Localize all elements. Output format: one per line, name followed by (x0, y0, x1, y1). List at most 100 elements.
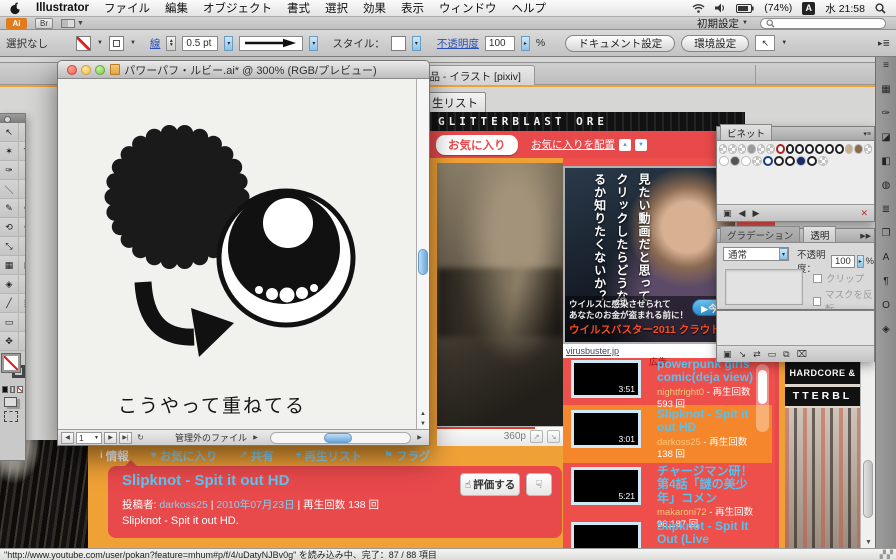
tool-23[interactable]: ◕ (19, 332, 25, 351)
style-swatch[interactable] (390, 35, 406, 51)
tool-14[interactable]: ▦ (0, 256, 19, 275)
trash-icon[interactable]: ⌧ (797, 349, 807, 360)
menu-選択[interactable]: 選択 (325, 0, 348, 16)
input-method-icon[interactable]: A (802, 1, 816, 15)
browser-scroll-thumb[interactable] (863, 460, 873, 518)
app-menu-illustrator[interactable]: Illustrator (36, 2, 89, 14)
action-tab-共有[interactable]: ↗ 共有 (239, 448, 273, 464)
stroke-panel-icon[interactable]: ≣ (882, 205, 890, 215)
selection-tool-button[interactable]: ↖ (755, 35, 776, 51)
apple-icon[interactable] (10, 2, 21, 15)
swatch-ring[interactable] (795, 144, 805, 154)
rate-button[interactable]: ☝ 評価する (460, 473, 520, 496)
stroke-weight-value[interactable]: 0.5 pt (182, 35, 219, 51)
menu-効果[interactable]: 効果 (363, 0, 386, 16)
tool-19[interactable]: ⬚ (19, 294, 25, 313)
video-thumbnail[interactable]: 3:51 (571, 360, 641, 398)
uploader-link[interactable]: darkoss25 (159, 499, 207, 511)
artboard-canvas[interactable]: こうやって重ねてる (58, 79, 416, 429)
gradient-button[interactable] (9, 386, 16, 393)
first-artboard-button[interactable]: ◀ (61, 431, 74, 444)
swatch-gray[interactable] (747, 144, 756, 154)
swatch-ring[interactable] (785, 144, 795, 154)
clip-checkbox[interactable] (813, 273, 822, 283)
dropdown-icon[interactable]: ▾ (224, 35, 234, 51)
appearance-panel-icon[interactable]: ❐ (882, 229, 891, 239)
dock-grip-icon[interactable]: ≡ (883, 61, 889, 71)
swatch-checker[interactable] (752, 156, 762, 166)
tool-6[interactable]: ＼ (0, 180, 19, 199)
opacity-value[interactable]: 100 (484, 35, 515, 51)
arrange-documents-button[interactable]: ▼ (61, 18, 84, 28)
scroll-right-arrow[interactable]: ▶ (413, 432, 426, 444)
expand-button[interactable]: ↗ (530, 430, 543, 443)
swatch-ring[interactable] (824, 144, 834, 154)
swatch-ring[interactable] (815, 144, 824, 154)
video-title[interactable]: Slipknot - Spit it out HD (122, 472, 289, 489)
tool-13[interactable]: ⤢ (19, 237, 25, 256)
eye-highlight-circle[interactable] (263, 198, 313, 248)
color-button[interactable] (2, 386, 8, 393)
last-artboard-button[interactable]: ▶| (119, 431, 132, 444)
tool-0[interactable]: ↖ (0, 123, 19, 142)
video-thumbnail[interactable] (571, 522, 641, 548)
next-swatch-button[interactable]: ▶ (752, 208, 759, 219)
new-item-icon[interactable]: ⧉ (783, 349, 789, 360)
menu-ウィンドウ[interactable]: ウィンドウ (439, 0, 497, 16)
video-list-item[interactable]: 3:01 Slipknot - Spit it out HD darkoss25 -… (567, 407, 757, 466)
collapse-up-button[interactable]: ▲ (619, 138, 631, 151)
swatch-checker[interactable] (737, 144, 747, 154)
scroll-down-arrow[interactable]: ▼ (420, 421, 426, 427)
go-icon[interactable]: ↘ (739, 349, 747, 360)
swatch-dark[interactable] (730, 156, 740, 166)
gradient-panel-icon[interactable]: ◧ (881, 157, 890, 167)
swatch-tan[interactable] (844, 144, 854, 154)
swatch-blue[interactable] (763, 156, 773, 166)
resize-grip[interactable]: ▞▞ (880, 550, 894, 559)
link-icon[interactable]: ▣ (723, 349, 732, 360)
tab-gradient[interactable]: グラデーション (720, 226, 801, 242)
swatch-checker[interactable] (719, 144, 728, 154)
wifi-icon[interactable] (692, 3, 705, 13)
menu-ファイル[interactable]: ファイル (104, 0, 150, 16)
paragraph-panel-icon[interactable]: ¶ (883, 277, 888, 287)
next-artboard-button[interactable]: ▶ (104, 431, 117, 444)
swatch-ring[interactable] (834, 144, 844, 154)
menu-ヘルプ[interactable]: ヘルプ (512, 0, 547, 16)
tool-10[interactable]: ⟲ (0, 218, 19, 237)
status-next-arrow[interactable]: ▶ (249, 432, 262, 444)
character-panel-icon[interactable]: A (883, 253, 890, 263)
video-uploader-link[interactable]: makaroni72 (657, 507, 707, 518)
preferences-button[interactable]: 環境設定 (681, 34, 750, 52)
tool-21[interactable]: ◻ (19, 313, 25, 332)
menu-bar-clock[interactable]: 水 21:58 (825, 1, 865, 16)
swatch-group-icon[interactable]: ▣ (723, 208, 732, 219)
dropdown-icon[interactable]: ▸ (520, 35, 530, 51)
vertical-scroll-thumb[interactable] (418, 249, 428, 275)
swatch-ring[interactable] (805, 144, 815, 154)
invert-mask-checkbox[interactable] (813, 296, 822, 306)
swatch-checker[interactable] (818, 156, 828, 166)
menu-編集[interactable]: 編集 (165, 0, 188, 16)
file-status[interactable]: 管理外のファイル (175, 431, 247, 444)
tool-4[interactable]: ✑ (0, 161, 19, 180)
video-uploader-link[interactable]: darkoss25 (657, 437, 701, 448)
scroll-down-arrow[interactable]: ▼ (865, 539, 872, 546)
swatch-checker[interactable] (863, 144, 872, 154)
progress-bar[interactable] (437, 427, 536, 429)
transparency-panel-icon[interactable]: ◍ (882, 181, 891, 191)
document-title-bar[interactable]: パワーパフ・ルビー.ai* @ 300% (RGB/プレビュー) (58, 61, 429, 79)
brushes-panel-icon[interactable]: ✑ (882, 109, 890, 119)
stroke-profile-preview[interactable] (239, 35, 304, 51)
place-favorites-link[interactable]: お気に入りを配置 (531, 137, 615, 152)
minimize-button[interactable] (81, 65, 91, 75)
tool-5[interactable]: T (19, 161, 25, 180)
menu-表示[interactable]: 表示 (401, 0, 424, 16)
swatch-checker[interactable] (728, 144, 737, 154)
favorites-button[interactable]: お気に入り (436, 134, 518, 155)
close-button[interactable] (67, 65, 77, 75)
stroke-weight-stepper[interactable]: ▲ ▼ (166, 35, 177, 51)
opacity-link[interactable]: 不透明度 (437, 36, 479, 51)
search-input[interactable] (760, 17, 886, 29)
panel-collapse-icon[interactable]: ▶▶ (860, 232, 874, 242)
